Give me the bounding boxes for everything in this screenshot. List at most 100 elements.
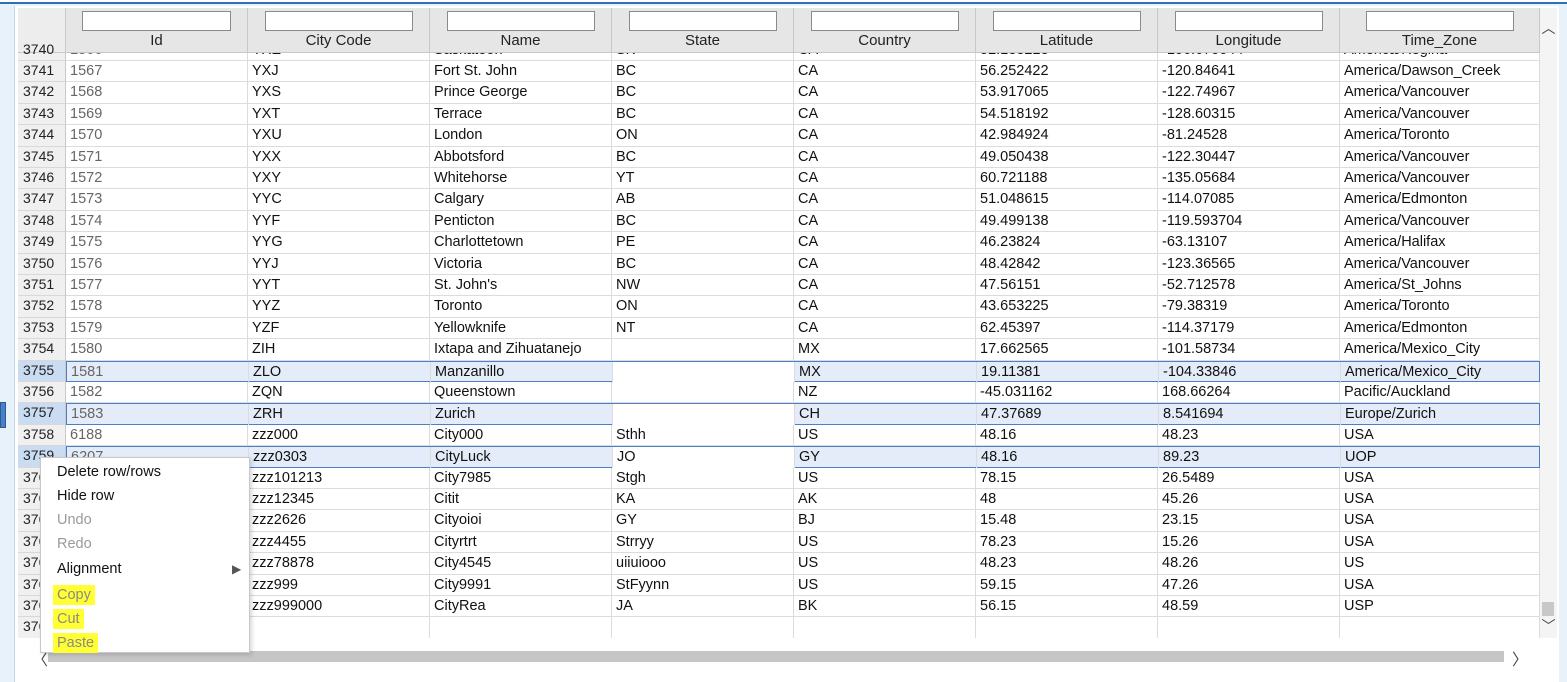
cell-country[interactable]: NZ: [794, 382, 976, 403]
cell-country[interactable]: GY: [795, 447, 977, 469]
cell-time-zone[interactable]: America/Vancouver: [1340, 168, 1540, 189]
table-row[interactable]: zzz12345 Citit KA AK 48 45.26 USA: [66, 489, 1540, 511]
table-row[interactable]: 1574 YYF Penticton BC CA 49.499138 -119.593704…: [66, 210, 1540, 233]
cell-city-code[interactable]: YZF: [248, 317, 430, 339]
cell-city-code[interactable]: zzz101213: [248, 467, 430, 489]
cell-state[interactable]: [613, 361, 795, 383]
cell-latitude[interactable]: 19.11381: [977, 361, 1159, 383]
cell-state[interactable]: NW: [612, 275, 794, 296]
cell-id[interactable]: 1570: [66, 125, 248, 147]
cell-city-code[interactable]: YXY: [248, 168, 430, 189]
data-grid[interactable]: Id City Code Name State Country Latitude Longi…: [66, 8, 1540, 638]
table-row[interactable]: 1583 ZRH Zurich CH 47.37689 8.541694 Europe/Zu…: [66, 403, 1540, 426]
cell-state[interactable]: SK: [612, 53, 794, 61]
cell-latitude[interactable]: 51.048615: [976, 189, 1158, 211]
cell-longitude[interactable]: -104.33846: [1159, 361, 1341, 383]
cell-country[interactable]: MX: [795, 361, 977, 383]
row-number[interactable]: 3756: [18, 382, 65, 404]
cell-country[interactable]: CA: [794, 53, 976, 61]
cell-time-zone[interactable]: America/Edmonton: [1340, 317, 1540, 339]
cell-id[interactable]: 1578: [66, 296, 248, 318]
cell-longitude[interactable]: 48.23: [1158, 424, 1340, 446]
cell-name[interactable]: City000: [430, 424, 612, 446]
cell-latitude[interactable]: 53.917065: [976, 82, 1158, 104]
cell-latitude[interactable]: 48.42842: [976, 253, 1158, 275]
cell-country[interactable]: US: [794, 467, 976, 489]
cell-longitude[interactable]: 45.26: [1158, 489, 1340, 510]
cell-latitude[interactable]: 46.23824: [976, 232, 1158, 254]
cell-latitude[interactable]: [976, 617, 1158, 638]
cell-name[interactable]: Cityrtrt: [430, 531, 612, 553]
cell-state[interactable]: [612, 382, 794, 403]
cell-longitude[interactable]: -119.593704: [1158, 210, 1340, 232]
cell-country[interactable]: CA: [794, 275, 976, 296]
row-number[interactable]: 3752: [18, 296, 65, 318]
cell-time-zone[interactable]: America/Mexico_City: [1341, 362, 1540, 383]
cell-longitude[interactable]: 48.59: [1158, 596, 1340, 617]
cell-time-zone[interactable]: UOP: [1341, 447, 1540, 468]
cell-state[interactable]: StFyynn: [612, 574, 794, 596]
cell-name[interactable]: Zurich: [431, 404, 613, 426]
row-number[interactable]: 3751: [18, 275, 65, 297]
cell-country[interactable]: US: [794, 553, 976, 575]
table-row[interactable]: 6207zzz0303CityLuckJOGY48.1689.23UOP: [66, 446, 1540, 469]
cell-name[interactable]: Queenstown: [430, 382, 612, 403]
cell-time-zone[interactable]: America/Toronto: [1340, 125, 1540, 147]
cell-state[interactable]: YT: [612, 168, 794, 189]
cell-id[interactable]: 1574: [66, 210, 248, 232]
table-row[interactable]: 1579 YZF Yellowknife NT CA 62.45397 -114.37179…: [66, 317, 1540, 340]
menu-item-hide-row[interactable]: Hide row: [57, 488, 114, 504]
row-number[interactable]: 3746: [18, 168, 65, 190]
row-number[interactable]: 3744: [18, 125, 65, 147]
cell-country[interactable]: CA: [794, 253, 976, 275]
table-row[interactable]: 1575 YYG Charlottetown PE CA 46.23824 -63.1310…: [66, 232, 1540, 254]
cell-longitude[interactable]: 23.15: [1158, 510, 1340, 532]
cell-name[interactable]: Prince George: [430, 82, 612, 104]
scroll-down-icon[interactable]: ﹀: [1540, 616, 1557, 636]
cell-longitude[interactable]: -79.38319: [1158, 296, 1340, 318]
cell-city-code[interactable]: YYT: [248, 275, 430, 296]
row-number[interactable]: 3740: [18, 40, 65, 62]
cell-time-zone[interactable]: USA: [1340, 510, 1540, 532]
column-header-name[interactable]: Name: [430, 8, 612, 53]
cell-longitude[interactable]: -81.24528: [1158, 125, 1340, 147]
cell-latitude[interactable]: 56.15: [976, 596, 1158, 617]
table-row[interactable]: zzz999000 CityRea JA BK 56.15 48.59 USP: [66, 596, 1540, 618]
table-row[interactable]: 1581 ZLO Manzanillo MX 19.11381 -104.33846 Ame…: [66, 360, 1540, 383]
cell-city-code[interactable]: YXJ: [248, 61, 430, 82]
cell-latitude[interactable]: 17.662565: [976, 339, 1158, 361]
cell-state[interactable]: JA: [612, 596, 794, 617]
table-row[interactable]: zzz999 City9991 StFyynn US 59.15 47.26 USA: [66, 574, 1540, 596]
cell-id[interactable]: 1580: [66, 339, 248, 361]
cell-id[interactable]: 6188: [66, 424, 248, 446]
cell-latitude[interactable]: 49.050438: [976, 146, 1158, 168]
row-number[interactable]: 3757: [18, 403, 65, 425]
cell-longitude[interactable]: -101.58734: [1158, 339, 1340, 361]
table-row[interactable]: 6188 zzz000 City000 Sthh US 48.16 48.23 USA: [66, 424, 1540, 447]
column-header-city-code[interactable]: City Code: [248, 8, 430, 53]
cell-name[interactable]: Saskatoon: [430, 53, 612, 61]
menu-item-alignment[interactable]: Alignment ▶: [57, 561, 241, 577]
cell-state[interactable]: PE: [612, 232, 794, 254]
cell-time-zone[interactable]: America/St_Johns: [1340, 275, 1540, 296]
cell-time-zone[interactable]: America/Vancouver: [1340, 82, 1540, 104]
table-row[interactable]: 1578 YYZ Toronto ON CA 43.653225 -79.38319 Amer…: [66, 296, 1540, 318]
row-number[interactable]: 3747: [18, 189, 65, 211]
cell-name[interactable]: Charlottetown: [430, 232, 612, 254]
cell-longitude[interactable]: 26.5489: [1158, 467, 1340, 489]
cell-state[interactable]: BC: [612, 103, 794, 125]
cell-country[interactable]: [794, 617, 976, 638]
cell-city-code[interactable]: YXS: [248, 82, 430, 104]
filter-input-time-zone[interactable]: [1366, 11, 1514, 31]
cell-city-code[interactable]: ZLO: [249, 361, 431, 383]
table-row[interactable]: zzz2626 Cityoioi GY BJ 15.48 23.15 USA: [66, 510, 1540, 532]
cell-country[interactable]: US: [794, 531, 976, 553]
cell-name[interactable]: City9991: [430, 574, 612, 596]
cell-country[interactable]: US: [794, 574, 976, 596]
cell-state[interactable]: Sthh: [612, 424, 794, 446]
cell-latitude[interactable]: 78.15: [976, 467, 1158, 489]
cell-city-code[interactable]: ZIH: [248, 339, 430, 361]
cell-city-code[interactable]: zzz4455: [248, 531, 430, 553]
cell-latitude[interactable]: 42.984924: [976, 125, 1158, 147]
grid-body[interactable]: 1566YXESaskatoonSKCA52.133213-106.670044…: [66, 53, 1540, 638]
